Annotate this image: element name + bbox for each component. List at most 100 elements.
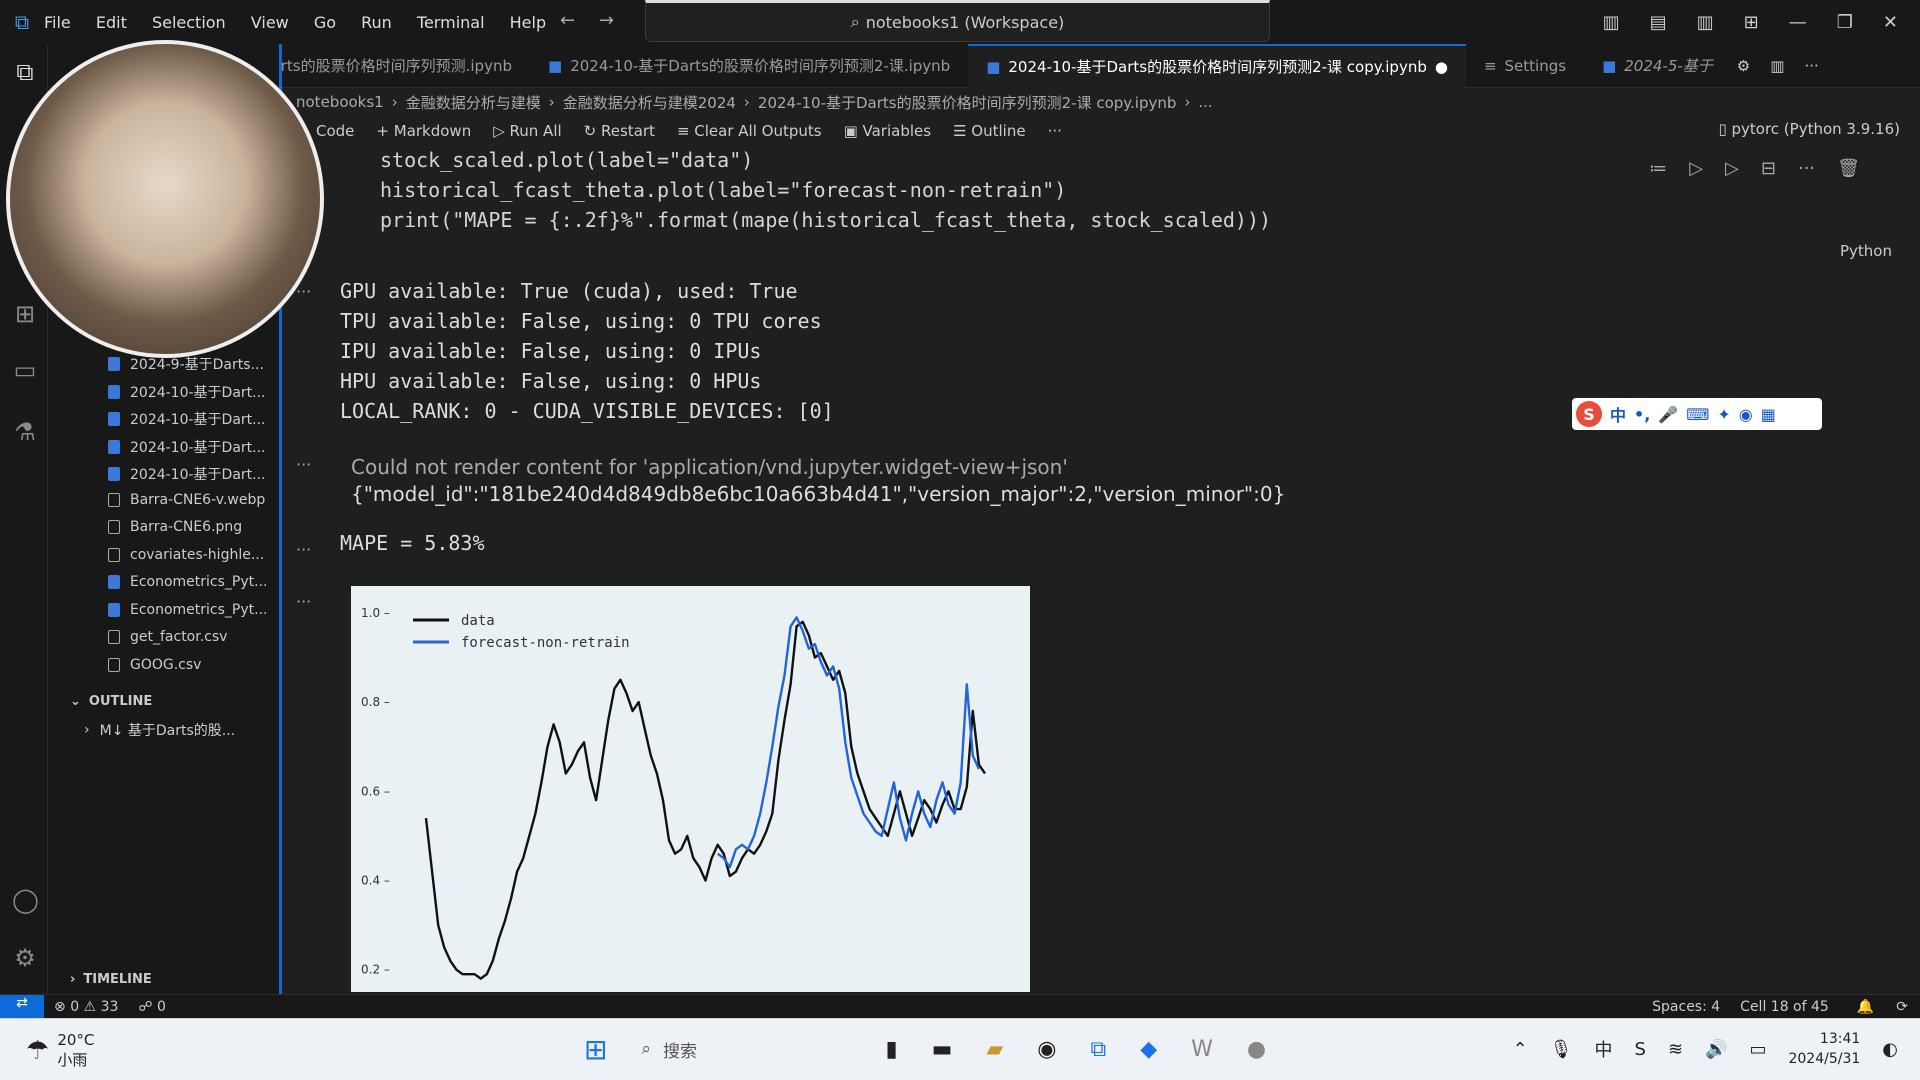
ime-toolbar[interactable]: S 中 •, 🎤 ⌨ ✦ ◉ ▦ xyxy=(1572,398,1822,430)
extensions-icon[interactable]: ⊞ xyxy=(12,300,38,328)
command-center-search[interactable]: ⌕ notebooks1 (Workspace) xyxy=(645,0,1270,42)
menu-file[interactable]: File xyxy=(44,13,71,32)
problems-indicator[interactable]: ⊗ 0 ⚠ 33 xyxy=(54,999,118,1015)
code-cell[interactable]: stock_scaled.plot(label="data") historica… xyxy=(380,145,1271,235)
toggle-sidebar-icon[interactable]: ▥ xyxy=(1603,12,1620,33)
forward-arrow-icon[interactable]: → xyxy=(599,10,614,31)
split-cell-icon[interactable]: ⊟ xyxy=(1761,158,1776,179)
delete-cell-icon[interactable]: 🗑 xyxy=(1837,158,1860,179)
app-icon[interactable]: ● xyxy=(1247,1037,1266,1062)
breadcrumb-item[interactable]: 金融数据分析与建模2024 xyxy=(563,92,736,113)
back-arrow-icon[interactable]: ← xyxy=(560,10,575,31)
outline-section-header[interactable]: ⌄ OUTLINE xyxy=(70,694,152,709)
skin-icon[interactable]: ✦ xyxy=(1717,405,1730,424)
tab-notebook-active[interactable]: ■ 2024-10-基于Darts的股票价格时间序列预测2-课 copy.ipyn… xyxy=(968,43,1466,88)
file-item[interactable]: 2024-10-基于Dart... xyxy=(108,437,266,457)
menu-edit[interactable]: Edit xyxy=(96,13,127,32)
battery-icon[interactable]: ▭ xyxy=(1749,1039,1766,1060)
cell-position-indicator[interactable]: Cell 18 of 45 xyxy=(1740,999,1829,1015)
timeline-section-header[interactable]: › TIMELINE xyxy=(70,972,152,987)
file-item[interactable]: 2024-10-基于Dart... xyxy=(108,409,266,429)
add-code-cell-button[interactable]: Code xyxy=(316,122,354,140)
kernel-picker[interactable]: ▯ pytorc (Python 3.9.16) xyxy=(1718,120,1900,138)
microphone-icon[interactable]: 🎤 xyxy=(1658,405,1678,424)
file-explorer-icon[interactable]: ▰ xyxy=(986,1037,1003,1062)
toggle-panel-icon[interactable]: ▤ xyxy=(1650,12,1667,33)
file-item[interactable]: get_factor.csv xyxy=(108,629,227,645)
tab-preview[interactable]: ■ 2024-5-基于 xyxy=(1584,44,1731,88)
vscode-app-icon[interactable]: ⧉ xyxy=(1091,1037,1107,1062)
tab-notebook-2[interactable]: ■ 2024-10-基于Darts的股票价格时间序列预测2-课.ipynb xyxy=(530,44,968,88)
chat-icon[interactable]: ◉ xyxy=(1739,405,1753,424)
breadcrumb-item[interactable]: 2024-10-基于Darts的股票价格时间序列预测2-课 copy.ipynb xyxy=(758,92,1176,113)
breadcrumb-item[interactable]: notebooks1 xyxy=(296,93,384,111)
microphone-icon[interactable]: 🎙 xyxy=(1550,1039,1573,1060)
restart-button[interactable]: ↻ Restart xyxy=(584,122,655,140)
variables-button[interactable]: ▣ Variables xyxy=(844,122,932,140)
weather-widget[interactable]: ☂ 20°C 小雨 xyxy=(26,1031,94,1070)
file-item[interactable]: Barra-CNE6-v.webp xyxy=(108,492,265,508)
keyboard-icon[interactable]: ⌨ xyxy=(1686,405,1709,424)
file-item[interactable]: 2024-10-基于Dart... xyxy=(108,464,266,484)
restore-icon[interactable]: ❐ xyxy=(1837,12,1853,33)
wifi-icon[interactable]: ≋ xyxy=(1668,1039,1683,1060)
output-more-icon[interactable]: ··· xyxy=(296,455,311,474)
chevron-up-icon[interactable]: ⌃ xyxy=(1513,1039,1528,1060)
breadcrumb-item[interactable]: ... xyxy=(1198,93,1212,111)
sogou-tray-icon[interactable]: S xyxy=(1635,1039,1646,1060)
tab-settings[interactable]: ≡ Settings xyxy=(1466,44,1584,88)
breadcrumb-item[interactable]: 金融数据分析与建模 xyxy=(406,92,541,113)
file-item[interactable]: Econometrics_Pyt... xyxy=(108,574,268,590)
account-icon[interactable]: ◯ xyxy=(12,886,39,914)
customize-layout-icon[interactable]: ⊞ xyxy=(1744,12,1759,33)
gear-icon[interactable]: ⚙ xyxy=(12,944,38,972)
output-more-icon[interactable]: ··· xyxy=(296,592,311,611)
windows-start-icon[interactable]: ⊞ xyxy=(584,1033,607,1066)
minimize-icon[interactable]: — xyxy=(1789,12,1807,33)
grid-menu-icon[interactable]: ▦ xyxy=(1761,405,1776,424)
notification-bell-icon[interactable]: 🔔 xyxy=(1857,999,1874,1015)
menu-selection[interactable]: Selection xyxy=(152,13,226,32)
indentation-indicator[interactable]: Spaces: 4 xyxy=(1652,999,1720,1015)
menu-terminal[interactable]: Terminal xyxy=(417,13,485,32)
notification-icon[interactable]: ◐ xyxy=(1882,1039,1898,1060)
punctuation-icon[interactable]: •, xyxy=(1634,405,1650,424)
outline-item[interactable]: › M↓ 基于Darts的股... xyxy=(84,720,235,740)
chrome-icon[interactable]: ◉ xyxy=(1037,1037,1056,1062)
run-by-line-icon[interactable]: ≔ xyxy=(1649,158,1667,179)
execute-above-icon[interactable]: ▷ xyxy=(1689,158,1703,179)
close-icon[interactable]: ✕ xyxy=(1883,12,1898,33)
file-item[interactable]: 2024-9-基于Darts... xyxy=(108,354,264,374)
split-editor-icon[interactable]: ▥ xyxy=(1770,57,1784,75)
add-markdown-cell-button[interactable]: + Markdown xyxy=(376,122,471,140)
output-more-icon[interactable]: ··· xyxy=(296,540,311,559)
file-item[interactable]: 2024-10-基于Dart... xyxy=(108,382,266,402)
app-icon[interactable]: ◆ xyxy=(1140,1037,1157,1062)
outline-button[interactable]: ☰ Outline xyxy=(953,122,1025,140)
toggle-secondary-sidebar-icon[interactable]: ▥ xyxy=(1697,12,1714,33)
ports-indicator[interactable]: ☍ 0 xyxy=(138,999,166,1015)
file-item[interactable]: GOOG.csv xyxy=(108,657,201,673)
task-view-icon[interactable]: ▮ xyxy=(885,1037,897,1062)
execute-below-icon[interactable]: ▷ xyxy=(1725,158,1739,179)
file-item[interactable]: covariates-highle... xyxy=(108,547,264,563)
testing-flask-icon[interactable]: ⚗ xyxy=(12,418,38,446)
file-item[interactable]: Econometrics_Pyt... xyxy=(108,602,268,618)
menu-view[interactable]: View xyxy=(251,13,289,32)
menu-run[interactable]: Run xyxy=(361,13,392,32)
remote-indicator-icon[interactable]: ⇄ xyxy=(0,994,44,1019)
explorer-icon[interactable]: ⧉ xyxy=(12,58,38,86)
gear-icon[interactable]: ⚙ xyxy=(1737,57,1750,75)
wps-icon[interactable]: W xyxy=(1191,1037,1213,1062)
tab-notebook-1[interactable]: 基于Darts的股票价格时间序列预测.ipynb xyxy=(282,44,530,88)
ime-mode-label[interactable]: 中 xyxy=(1610,402,1626,426)
volume-icon[interactable]: 🔊 xyxy=(1705,1039,1727,1060)
terminal-app-icon[interactable]: ▬ xyxy=(932,1037,953,1062)
more-actions-icon[interactable]: ··· xyxy=(1804,57,1818,75)
menu-go[interactable]: Go xyxy=(314,13,336,32)
clear-outputs-button[interactable]: ≡ Clear All Outputs xyxy=(677,122,822,140)
input-method-icon[interactable]: 中 xyxy=(1595,1036,1613,1062)
cell-language-indicator[interactable]: Python xyxy=(1840,242,1892,260)
cell-more-icon[interactable]: ··· xyxy=(1798,158,1815,179)
unsaved-dot-icon[interactable]: ● xyxy=(1435,58,1448,76)
